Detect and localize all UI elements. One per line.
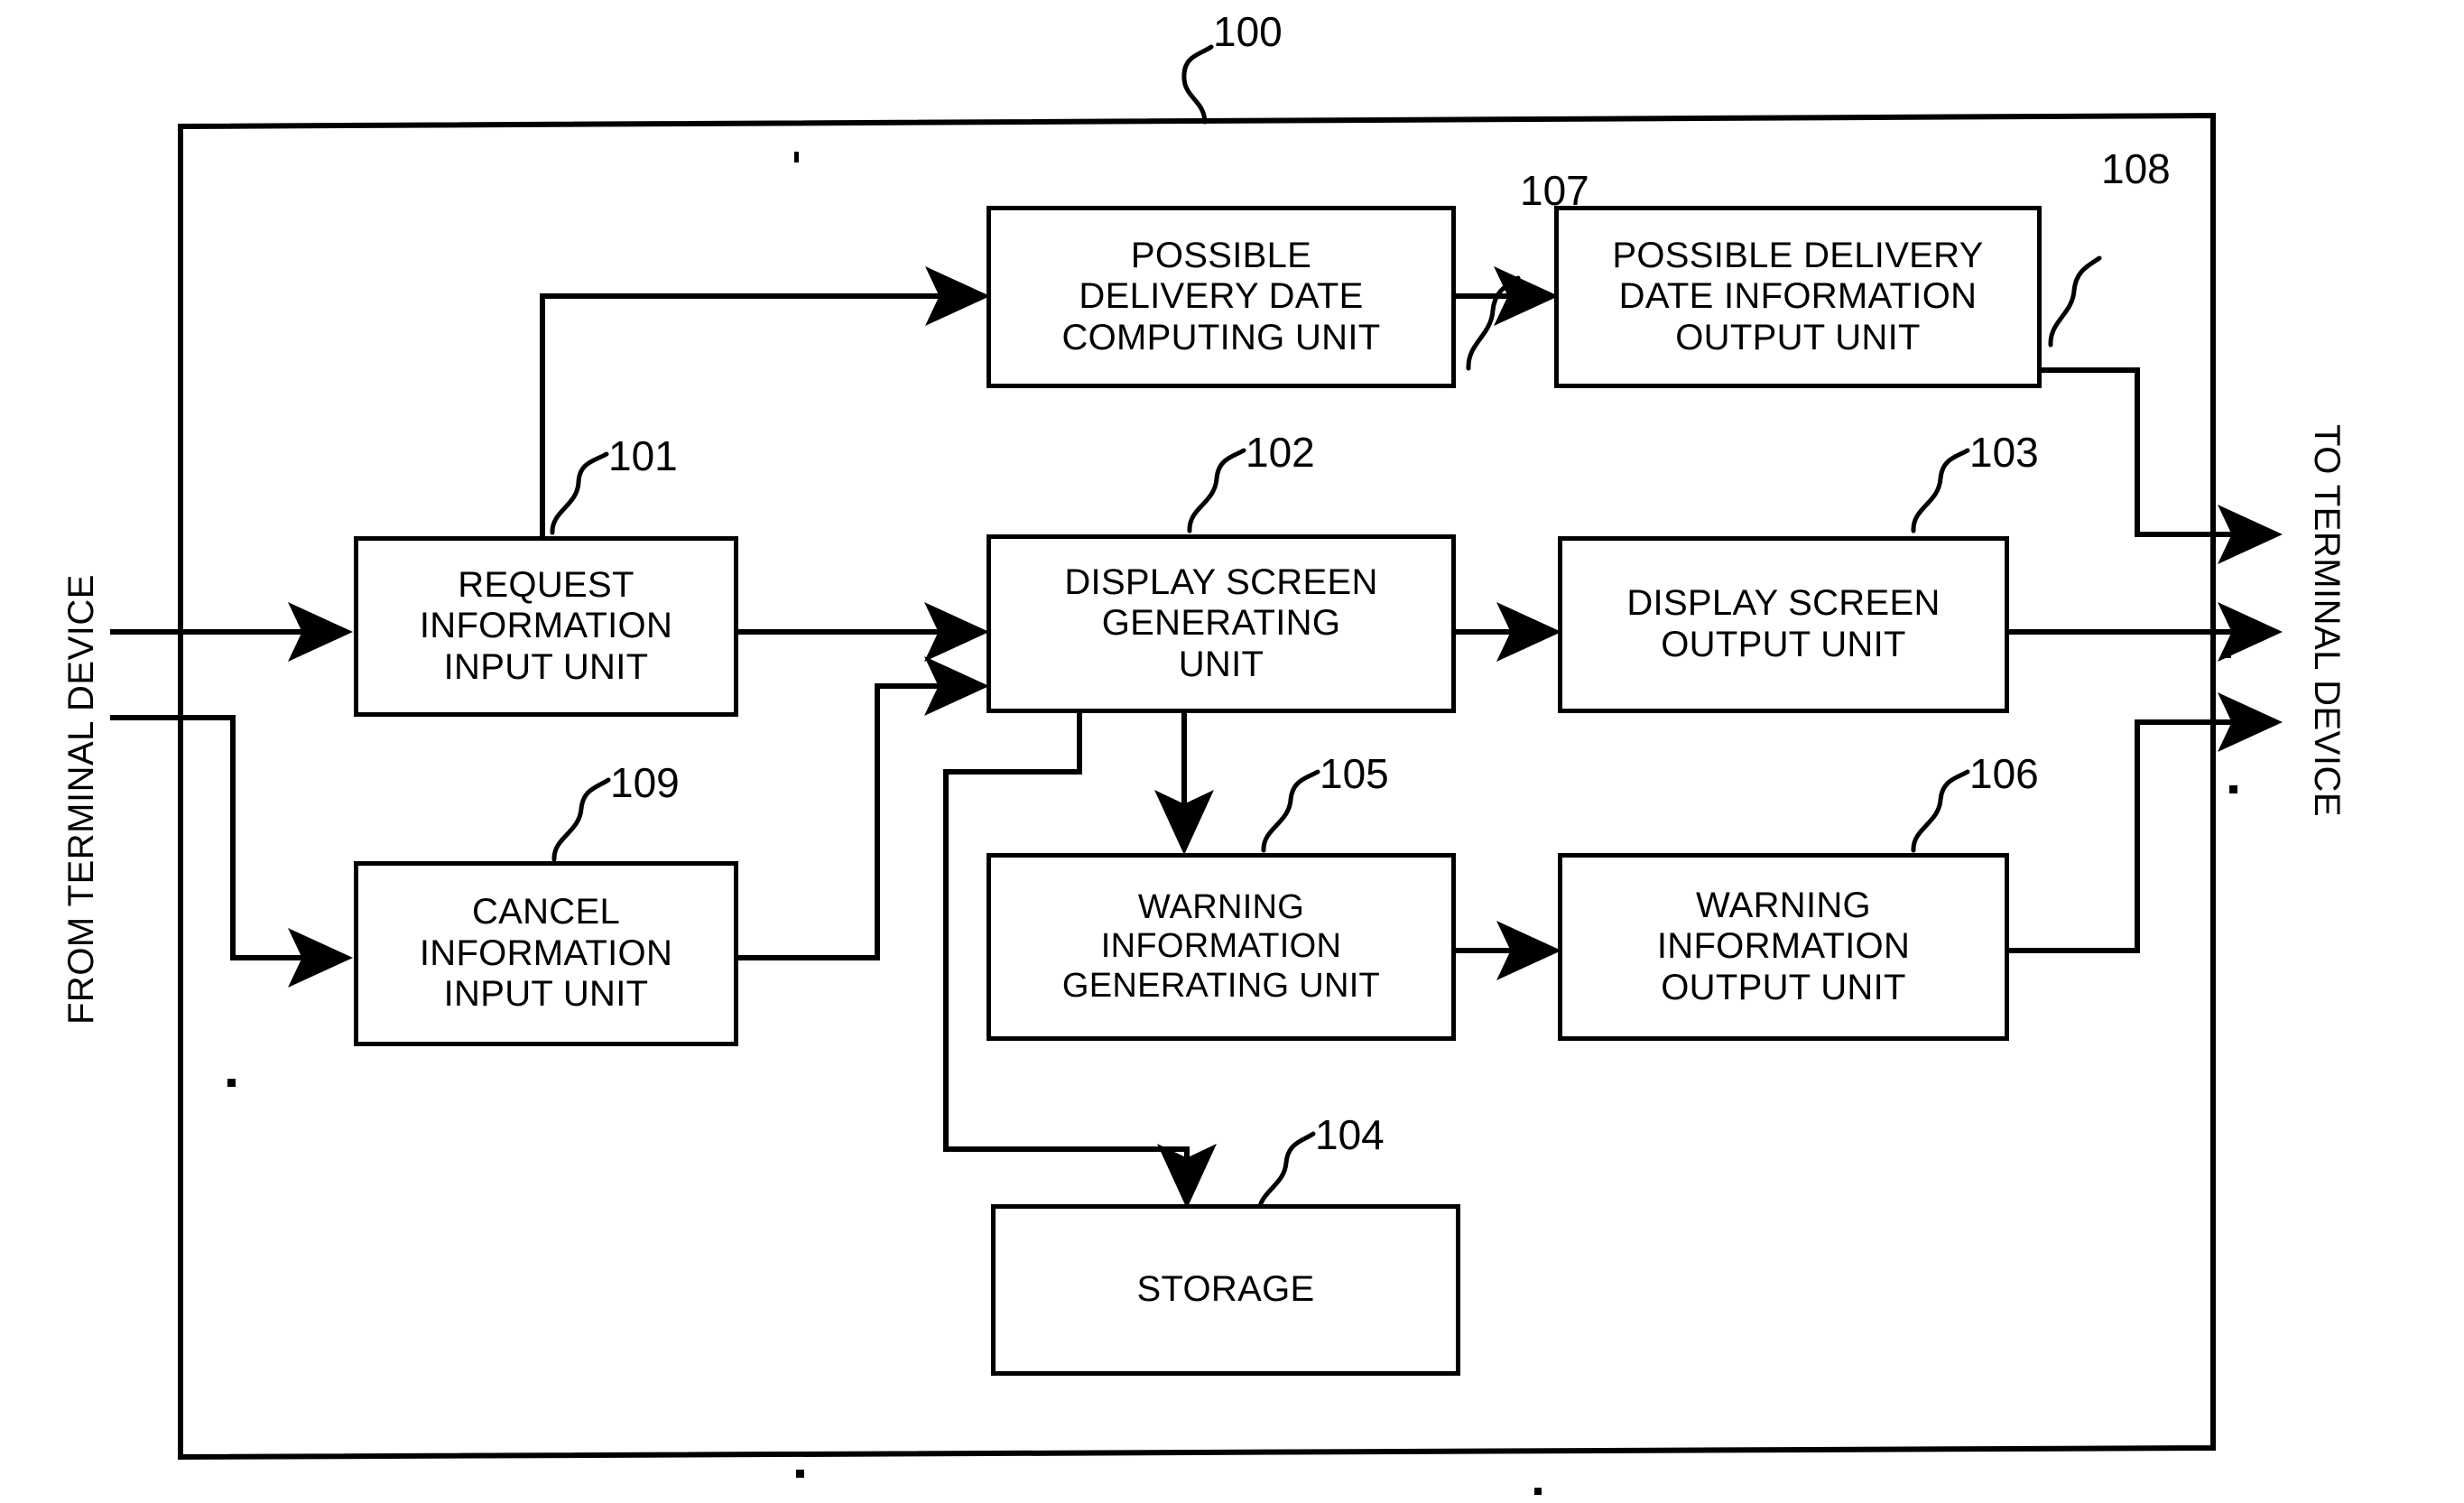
wire-106-to-terminal-out (2007, 692, 2283, 953)
ref-numeral-106: 106 (1969, 750, 2039, 797)
scan-speck (794, 152, 799, 162)
unit-103-label: DISPLAY SCREEN OUTPUT UNIT (1626, 583, 1941, 664)
leader-108 (2048, 255, 2102, 348)
figure-canvas: 100 107 108 101 102 103 109 105 106 104 … (0, 0, 2464, 1503)
unit-101-label: REQUEST INFORMATION INPUT UNIT (419, 564, 673, 687)
unit-104-storage[interactable]: STORAGE (991, 1204, 1460, 1376)
leader-106 (1911, 769, 1970, 853)
ref-numeral-100: 100 (1213, 8, 1283, 55)
ref-numeral-103: 103 (1969, 429, 2039, 476)
leader-101 (550, 451, 609, 535)
ref-numeral-104: 104 (1315, 1111, 1385, 1158)
unit-107-label: POSSIBLE DELIVERY DATE COMPUTING UNIT (1061, 235, 1381, 357)
unit-106-label: WARNING INFORMATION OUTPUT UNIT (1656, 885, 1911, 1007)
ref-numeral-108: 108 (2101, 145, 2171, 192)
unit-101-request-information-input-unit[interactable]: REQUEST INFORMATION INPUT UNIT (354, 536, 738, 717)
leader-102 (1187, 448, 1246, 533)
wire-108-to-terminal-out (2042, 367, 2283, 564)
scan-speck (2229, 785, 2237, 793)
scan-speck (227, 1079, 236, 1087)
unit-109-label: CANCEL INFORMATION INPUT UNIT (419, 892, 673, 1015)
leader-103 (1911, 448, 1970, 533)
unit-105-warning-information-generating-unit[interactable]: WARNING INFORMATION GENERATING UNIT (987, 853, 1456, 1041)
unit-105-label: WARNING INFORMATION GENERATING UNIT (1061, 888, 1381, 1005)
leader-104 (1256, 1131, 1316, 1217)
wire-101-to-107 (540, 266, 990, 536)
unit-106-warning-information-output-unit[interactable]: WARNING INFORMATION OUTPUT UNIT (1558, 853, 2009, 1041)
scan-speck (1534, 1488, 1542, 1495)
caption-from-terminal-device: FROM TERMINAL DEVICE (61, 574, 101, 1025)
unit-103-display-screen-output-unit[interactable]: DISPLAY SCREEN OUTPUT UNIT (1558, 536, 2009, 713)
unit-108-label: POSSIBLE DELIVERY DATE INFORMATION OUTPU… (1612, 235, 1984, 357)
leader-105 (1261, 769, 1320, 853)
unit-102-display-screen-generating-unit[interactable]: DISPLAY SCREEN GENERATING UNIT (987, 534, 1456, 713)
leader-109 (551, 777, 611, 862)
ref-numeral-109: 109 (610, 759, 680, 806)
leader-100 (1181, 44, 1214, 125)
scan-speck (796, 1470, 804, 1478)
unit-108-possible-delivery-date-information-output-unit[interactable]: POSSIBLE DELIVERY DATE INFORMATION OUTPU… (1554, 206, 2042, 388)
ref-numeral-101: 101 (608, 432, 678, 479)
wire-109-to-109-102 (738, 656, 989, 960)
scan-speck (2223, 650, 2231, 658)
leader-107 (1466, 275, 1521, 371)
unit-102-label: DISPLAY SCREEN GENERATING UNIT (1064, 561, 1378, 684)
unit-104-label: STORAGE (1136, 1269, 1315, 1310)
ref-numeral-102: 102 (1246, 429, 1315, 476)
unit-107-possible-delivery-date-computing-unit[interactable]: POSSIBLE DELIVERY DATE COMPUTING UNIT (987, 206, 1456, 388)
ref-numeral-107: 107 (1520, 167, 1589, 214)
unit-109-cancel-information-input-unit[interactable]: CANCEL INFORMATION INPUT UNIT (354, 861, 738, 1046)
ref-numeral-105: 105 (1320, 750, 1389, 797)
caption-to-terminal-device: TO TERMINAL DEVICE (2307, 424, 2347, 818)
wire-terminal-in-to-109 (110, 715, 353, 988)
